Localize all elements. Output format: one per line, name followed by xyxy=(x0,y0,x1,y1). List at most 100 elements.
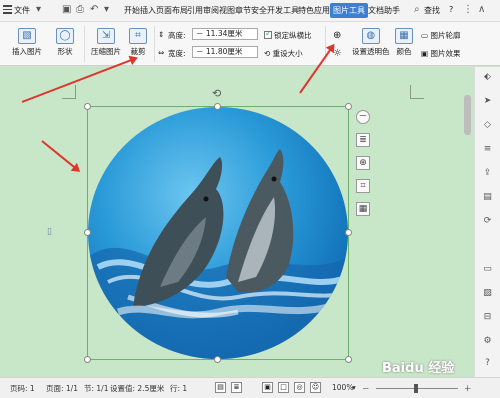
dropper-icon: ◍ xyxy=(361,28,380,44)
picture-icon: ▧ xyxy=(18,28,36,44)
picture-effect-button[interactable]: ▣ 图片效果 xyxy=(421,48,460,59)
resize-handle-nw[interactable] xyxy=(84,103,91,110)
width-value: 11.80厘米 xyxy=(205,47,243,56)
compress-icon: ⇲ xyxy=(97,28,115,44)
picture-outline-button[interactable]: ▭ 图片轮廓 xyxy=(421,30,460,41)
watermark: Baidu 经验 xyxy=(382,361,455,376)
search-icon[interactable]: ⌕ xyxy=(414,4,420,15)
search-label[interactable]: 查找 xyxy=(424,5,440,16)
resize-handle-se[interactable] xyxy=(345,356,352,363)
lock-ratio-checkbox[interactable]: 锁定纵横比 xyxy=(264,29,312,41)
zoom-level[interactable]: 100% xyxy=(332,383,353,392)
add-effect-icon[interactable]: ⊕ xyxy=(333,30,341,41)
recent-icon[interactable]: ⟳ xyxy=(481,215,494,227)
print-layout-icon[interactable]: ▣ xyxy=(262,382,273,393)
tab-view[interactable]: 视图 xyxy=(219,5,235,16)
tab-developer[interactable]: 开发工具 xyxy=(267,5,299,16)
full-screen-icon[interactable]: □ xyxy=(278,382,289,393)
status-bar: 页码: 1 页面: 1/1 节: 1/1 设置值: 2.5厘米 行: 1 ▤ ≣… xyxy=(0,377,500,398)
insert-picture-button[interactable]: ▧ 插入图片 xyxy=(12,28,42,57)
picture-to-text-icon[interactable]: ▦ xyxy=(356,202,370,216)
shape-label: 形状 xyxy=(57,47,73,56)
more-icon[interactable]: ▾ xyxy=(104,4,109,15)
color-button[interactable]: ▦ 颜色 xyxy=(395,28,413,57)
tab-review[interactable]: 审阅 xyxy=(203,5,219,16)
shapes-icon[interactable]: ◇ xyxy=(481,119,494,131)
resize-handle-w[interactable] xyxy=(84,229,91,236)
tab-home[interactable]: 开始 xyxy=(124,5,140,16)
resize-handle-sw[interactable] xyxy=(84,356,91,363)
share-icon[interactable]: ⇪ xyxy=(481,167,494,179)
checkbox-checked-icon xyxy=(264,29,272,39)
tab-insert[interactable]: 插入 xyxy=(140,5,156,16)
collapse-toolbar-icon[interactable]: － xyxy=(356,110,370,124)
sliders-icon[interactable]: ≡ xyxy=(481,143,494,155)
hamburger-icon[interactable] xyxy=(3,5,12,14)
divider xyxy=(154,26,155,62)
compress-picture-button[interactable]: ⇲ 压缩图片 xyxy=(91,28,121,57)
tab-security[interactable]: 安全 xyxy=(251,5,267,16)
undo-icon[interactable]: ↶ xyxy=(90,4,98,15)
zoom-icon[interactable]: ⊕ xyxy=(356,156,370,170)
backup-icon[interactable]: ⊟ xyxy=(481,311,494,323)
web-layout-icon[interactable]: ◎ xyxy=(294,382,305,393)
eye-protection-icon[interactable]: ☺ xyxy=(310,382,321,393)
section-count: 节: 1/1 xyxy=(84,384,109,393)
help-icon[interactable]: ? xyxy=(481,357,494,369)
collapse-icon[interactable]: ∧ xyxy=(478,4,485,15)
compress-label: 压缩图片 xyxy=(91,47,121,56)
shape-icon: ◯ xyxy=(56,28,74,44)
rotate-icon[interactable]: ⟲ xyxy=(212,87,221,100)
page-view-icon[interactable]: ▤ xyxy=(215,382,226,393)
tab-features[interactable]: 特色应用 xyxy=(298,5,330,16)
width-icon: ⇔ xyxy=(158,48,165,57)
chevron-down-icon[interactable]: ▾ xyxy=(36,4,41,15)
height-icon: ⇕ xyxy=(158,30,165,39)
height-value: 11.34厘米 xyxy=(205,29,243,38)
crop-icon[interactable]: ⌗ xyxy=(356,179,370,193)
print-icon[interactable]: ⎙ xyxy=(76,4,84,15)
resize-handle-s[interactable] xyxy=(214,356,221,363)
picture-effect-label: 图片效果 xyxy=(430,49,461,58)
shape-button[interactable]: ◯ 形状 xyxy=(56,28,74,57)
cursor-icon[interactable]: ➤ xyxy=(481,95,494,107)
save-icon[interactable]: ▣ xyxy=(62,4,71,15)
crop-button[interactable]: ⌗ 裁剪 xyxy=(129,28,147,57)
height-field[interactable]: － 11.34厘米 xyxy=(192,28,258,40)
image-icon[interactable]: ▨ xyxy=(481,287,494,299)
tab-reference[interactable]: 引用 xyxy=(187,5,203,16)
settings-icon[interactable]: ⚙ xyxy=(481,335,494,347)
vertical-scrollbar[interactable] xyxy=(464,95,471,135)
pin-icon[interactable]: ⬖ xyxy=(481,71,494,83)
tab-chapter[interactable]: 章节 xyxy=(235,5,251,16)
menu-bar: 文件 ▾ ▣ ⎙ ↶ ▾ 开始 插入 页面布局 引用 审阅 视图 章节 安全 开… xyxy=(0,0,500,22)
zoom-in-icon[interactable]: ＋ xyxy=(464,383,472,394)
tab-picture-tools[interactable]: 图片工具 xyxy=(330,3,368,18)
zoom-slider-thumb[interactable] xyxy=(414,384,418,393)
floating-picture-toolbar: － ≣ ⊕ ⌗ ▦ xyxy=(356,110,372,225)
styles-icon[interactable]: ▭ xyxy=(481,263,494,275)
color-label: 颜色 xyxy=(396,47,412,56)
reset-size-button[interactable]: ⟲ 重设大小 xyxy=(264,48,303,59)
resize-handle-n[interactable] xyxy=(214,103,221,110)
height-minus[interactable]: － xyxy=(196,29,206,38)
resize-handle-e[interactable] xyxy=(345,229,352,236)
zoom-out-icon[interactable]: － xyxy=(362,383,370,394)
width-field[interactable]: － 11.80厘米 xyxy=(192,46,258,58)
help-button[interactable]: ? xyxy=(449,5,453,14)
tab-page-layout[interactable]: 页面布局 xyxy=(156,5,188,16)
zoom-dropdown-icon[interactable]: ▾ xyxy=(352,383,356,392)
properties-icon[interactable]: ▤ xyxy=(481,191,494,203)
set-transparent-button[interactable]: ◍ 设置透明色 xyxy=(352,28,390,57)
more-options-icon[interactable]: ⋮ xyxy=(463,4,473,15)
picture-selection-frame[interactable] xyxy=(87,106,349,360)
right-sidebar: ⬖ ➤ ◇ ≡ ⇪ ▤ ⟳ ▭ ▨ ⊟ ⚙ ? xyxy=(474,67,500,377)
picture-tools-ribbon: ▧ 插入图片 ◯ 形状 ⇲ 压缩图片 ⌗ 裁剪 ⇕ 高度: － 11.34厘米 … xyxy=(0,22,500,66)
tab-doc-assistant[interactable]: 文档助手 xyxy=(368,5,400,16)
layout-options-icon[interactable]: ≣ xyxy=(356,133,370,147)
file-menu[interactable]: 文件 xyxy=(14,5,30,16)
color-icon: ▦ xyxy=(395,28,413,44)
resize-handle-ne[interactable] xyxy=(345,103,352,110)
outline-view-icon[interactable]: ≣ xyxy=(231,382,242,393)
width-minus[interactable]: － xyxy=(196,47,206,56)
